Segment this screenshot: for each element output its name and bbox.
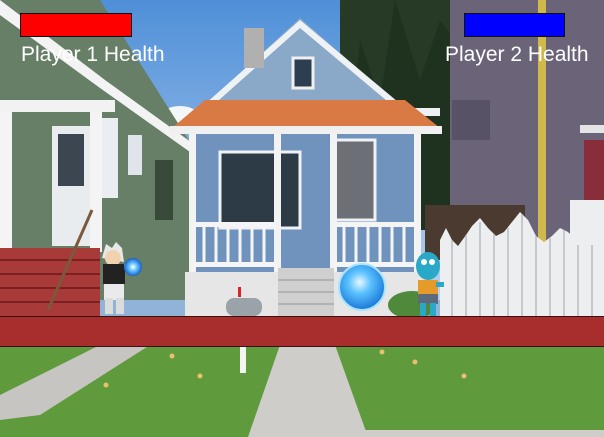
player2-health-label: Player 2 Health — [445, 43, 589, 66]
player1-health-fill — [21, 14, 131, 36]
ground-platform — [0, 316, 604, 347]
player1-health-label: Player 1 Health — [21, 43, 165, 66]
game-scene: Player 1 Health Player 2 Health — [0, 0, 604, 437]
player1-health-bar — [20, 13, 132, 37]
player2-health-bar — [464, 13, 565, 37]
player2-health-fill — [465, 14, 564, 36]
